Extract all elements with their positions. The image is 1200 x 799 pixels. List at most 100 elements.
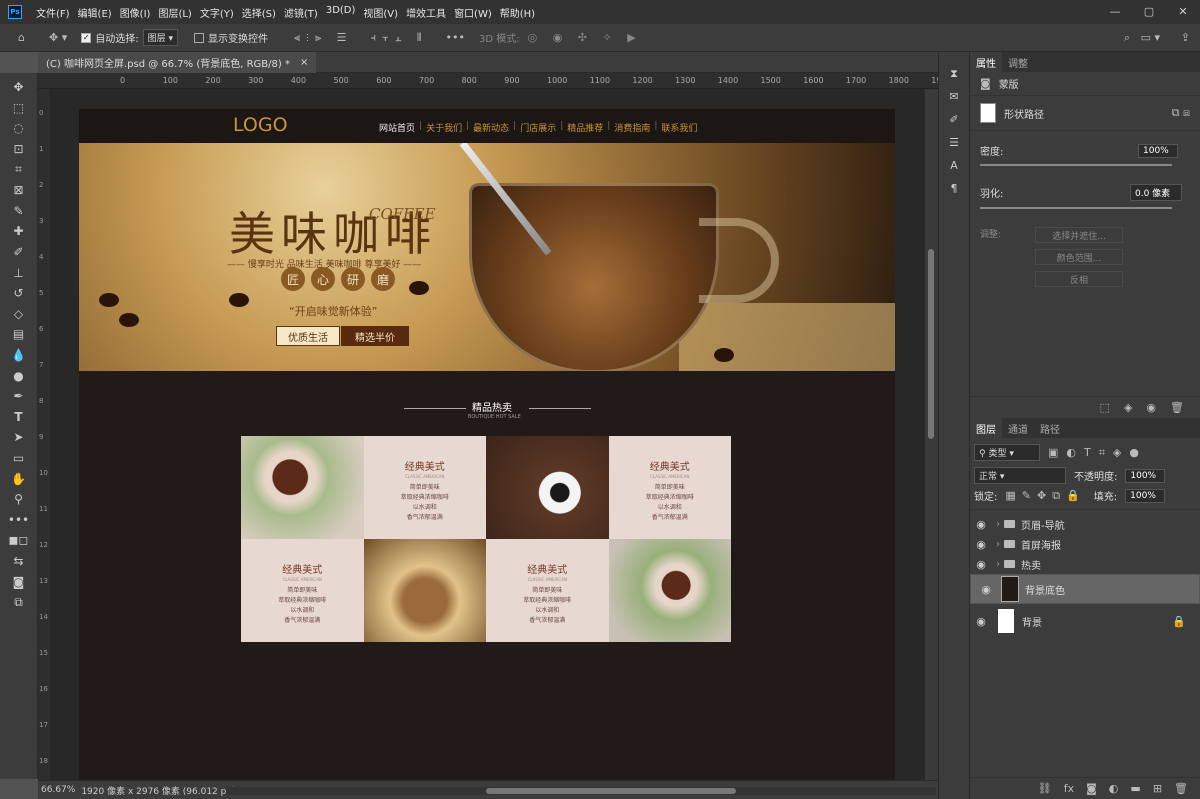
layer-row[interactable]: ◉ 背景 🔒 [970,604,1200,638]
eye-icon[interactable]: ◉ [970,518,992,531]
paragraph-icon[interactable]: ¶ [943,179,965,198]
delete-layer-icon[interactable]: 🗑 [1174,782,1188,795]
mask-options-icon[interactable]: ⧉ ⧈ [1172,106,1190,120]
filter-icons[interactable]: ▣◐T⌗◈● [1048,446,1147,460]
color-swatches-icon[interactable]: ◼◻ [4,530,34,551]
layer-row[interactable]: ◉ › 热卖 [970,554,1200,574]
align-icons[interactable]: ⫷⫶⫸ ☰ [294,31,353,45]
adjustments-icon[interactable]: ☰ [943,133,965,152]
pen-tool-icon[interactable]: ✒ [4,386,34,407]
tab-channels[interactable]: 通道 [1002,418,1034,438]
layer-filter-dropdown[interactable]: ⚲ 类型 ▾ [974,444,1040,461]
menu-image[interactable]: 图像(I) [116,5,155,20]
history-brush-icon[interactable]: ↺ [4,283,34,304]
zoom-level[interactable]: 66.67% [41,785,75,795]
brush-settings-icon[interactable]: ✐ [943,110,965,129]
object-select-icon[interactable]: ⊡ [4,139,34,160]
menu-help[interactable]: 帮助(H) [496,5,539,20]
close-window-button[interactable]: ✕ [1166,0,1200,22]
delete-icon[interactable]: 🗑 [1170,401,1184,414]
auto-select-dropdown[interactable]: 图层 ▾ [142,29,179,46]
home-icon[interactable]: ⌂ [18,31,25,44]
quick-mask-icon[interactable]: ◙ [4,571,34,592]
scroll-thumb[interactable] [486,788,736,794]
eye-icon[interactable]: ◉ [970,558,992,571]
workspace-icon[interactable]: ▭ ▾ [1141,31,1160,44]
zoom-tool-icon[interactable]: ⚲ [4,489,34,510]
invert-button[interactable]: 反相 [1035,271,1124,287]
hand-tool-icon[interactable]: ✋ [4,468,34,489]
scroll-thumb[interactable] [928,249,934,439]
3d-mode-icons[interactable]: ◎ ◉ ✣ ✧ ▶ [528,31,642,44]
more-options-icon[interactable]: ••• [446,31,465,44]
add-mask-icon[interactable]: ◙ [1086,782,1097,795]
lock-icons[interactable]: ▦✎✥⧉🔒 [1005,489,1085,503]
density-slider[interactable] [980,164,1172,166]
character-icon[interactable]: A [943,156,965,175]
vertical-scrollbar[interactable] [925,89,938,780]
color-range-button[interactable]: 颜色范围... [1035,249,1124,265]
feather-slider[interactable] [980,207,1172,209]
dodge-tool-icon[interactable]: ● [4,365,34,386]
feather-input[interactable]: 0.0 像素 [1130,184,1182,201]
marquee-tool-icon[interactable]: ⬚ [4,98,34,119]
screen-mode-icon[interactable]: ⧉ [4,592,34,613]
menu-select[interactable]: 选择(S) [238,5,280,20]
apply-mask-icon[interactable]: ◈ [1124,401,1132,414]
auto-select-checkbox[interactable]: ✓ [81,32,92,43]
menu-type[interactable]: 文字(Y) [196,5,238,20]
share-icon[interactable]: ⇪ [1181,31,1190,44]
canvas-area[interactable]: LOGO 网站首页 | 关于我们 | 最新动态 | 门店展示 | 精品推荐 | 消费指南 |… [50,89,925,780]
mask-thumbnail[interactable] [980,103,996,123]
rectangle-tool-icon[interactable]: ▭ [4,448,34,469]
eyedropper-icon[interactable]: ✎ [4,201,34,222]
show-transform-checkbox[interactable] [194,32,205,43]
layer-row-selected[interactable]: ◉ 背景底色 [970,574,1200,604]
menu-view[interactable]: 视图(V) [359,5,402,20]
search-icon[interactable]: ⌕ [1124,31,1130,45]
crop-tool-icon[interactable]: ⌗ [4,159,34,180]
frame-tool-icon[interactable]: ⊠ [4,180,34,201]
horizontal-scrollbar[interactable] [226,787,936,795]
comments-icon[interactable]: ✉ [943,87,965,106]
menu-plugins[interactable]: 增效工具 [402,5,450,20]
link-icon[interactable]: ⛓ [1038,782,1052,795]
default-colors-icon[interactable]: ⇆ [4,551,34,572]
history-icon[interactable]: ⧗ [943,64,965,83]
menu-file[interactable]: 文件(F) [32,5,74,20]
select-and-mask-button[interactable]: 选择并遮住... [1035,227,1124,243]
opacity-input[interactable]: 100% [1125,468,1166,483]
blur-tool-icon[interactable]: 💧 [4,345,34,366]
close-tab-icon[interactable]: × [300,57,308,68]
tab-paths[interactable]: 路径 [1034,418,1066,438]
gradient-tool-icon[interactable]: ▤ [4,324,34,345]
blend-mode-dropdown[interactable]: 正常 ▾ [974,467,1066,484]
fill-input[interactable]: 100% [1125,488,1166,503]
move-tool-icon[interactable]: ✥ [4,77,34,98]
menu-edit[interactable]: 编辑(E) [74,5,116,20]
eye-icon[interactable]: ◉ [975,583,997,596]
tab-layers[interactable]: 图层 [970,418,1002,438]
density-input[interactable]: 100% [1138,143,1178,158]
tab-properties[interactable]: 属性 [970,52,1002,72]
menu-filter[interactable]: 滤镜(T) [280,5,322,20]
menu-window[interactable]: 窗口(W) [450,5,496,20]
more-tools-icon[interactable]: ••• [4,509,34,530]
document-tab[interactable]: (C) 咖啡网页全屏.psd @ 66.7% (背景底色, RGB/8) * × [38,52,317,73]
lasso-tool-icon[interactable]: ◌ [4,118,34,139]
eye-icon[interactable]: ◉ [970,615,992,628]
move-tool-icon[interactable]: ✥ ▾ [49,31,67,44]
path-select-icon[interactable]: ➤ [4,427,34,448]
adjustment-layer-icon[interactable]: ◐ [1109,782,1119,795]
menu-layer[interactable]: 图层(L) [154,5,195,20]
healing-brush-icon[interactable]: ✚ [4,221,34,242]
minimize-button[interactable]: — [1098,0,1132,22]
tab-adjustments[interactable]: 调整 [1002,52,1034,72]
layer-row[interactable]: ◉ › 页眉-导航 [970,514,1200,534]
eye-icon[interactable]: ◉ [970,538,992,551]
menu-3d[interactable]: 3D(D) [322,5,360,20]
eraser-icon[interactable]: ◇ [4,304,34,325]
visibility-icon[interactable]: ◉ [1146,401,1156,414]
maximize-button[interactable]: ▢ [1132,0,1166,22]
load-selection-icon[interactable]: ⬚ [1100,401,1110,414]
